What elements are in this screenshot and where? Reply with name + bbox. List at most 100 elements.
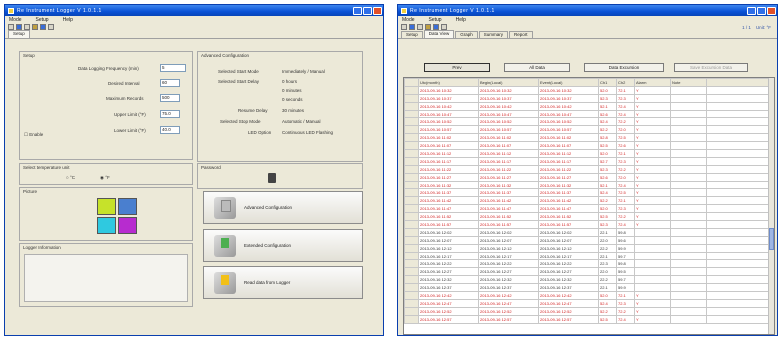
tab-setup[interactable]: Setup: [8, 30, 30, 38]
table-row[interactable]: 2013-09-16 11:42 2013-09-16 11:42 2013-09-…: [404, 196, 774, 206]
col-header-utc[interactable]: Utc(month): [418, 78, 479, 87]
table-row[interactable]: 2013-09-16 10:37 2013-09-16 10:37 2013-09-…: [404, 93, 774, 103]
table-cell-note: [670, 275, 707, 285]
menu-bar: Mode Setup Help: [398, 16, 777, 23]
tab-report[interactable]: Report: [508, 31, 533, 38]
table-row[interactable]: 2013-09-16 12:22 2013-09-16 12:22 2013-09-…: [404, 259, 774, 269]
advanced-config-button[interactable]: Advanced Configuration: [203, 191, 363, 224]
read-data-button[interactable]: Read data from Logger: [203, 266, 363, 299]
table-row[interactable]: 2013-09-16 11:12 2013-09-16 11:12 2013-09-…: [404, 149, 774, 158]
table-row[interactable]: 2013-09-16 12:42 2013-09-16 12:42 2013-09-…: [404, 291, 774, 300]
table-row[interactable]: 2013-09-16 12:07 2013-09-16 12:07 2013-09-…: [404, 235, 774, 245]
col-header-index[interactable]: [404, 78, 419, 87]
save-excursion-button[interactable]: Save Excursion Data: [674, 63, 748, 72]
minimize-button[interactable]: [747, 6, 756, 15]
tab-data-view[interactable]: Data View: [423, 30, 455, 38]
connect-icon[interactable]: [32, 24, 38, 30]
table-row[interactable]: 2013-09-16 10:47 2013-09-16 10:47 2013-09-…: [404, 109, 774, 119]
table-cell-c1: 52.2: [598, 196, 617, 206]
table-row[interactable]: 2013-09-16 11:27 2013-09-16 11:27 2013-09-…: [404, 172, 774, 182]
table-row[interactable]: 2013-09-16 12:27 2013-09-16 12:27 2013-09-…: [404, 267, 774, 277]
table-row[interactable]: 2013-09-16 12:47 2013-09-16 12:47 2013-09-…: [404, 298, 774, 308]
col-header-alarm[interactable]: Alarm: [634, 78, 671, 87]
tab-summary[interactable]: Summary: [478, 31, 508, 38]
scrollbar-thumb[interactable]: [769, 228, 774, 250]
table-row[interactable]: 2013-09-16 12:12 2013-09-16 12:12 2013-09-…: [404, 243, 774, 253]
table-row[interactable]: 2013-09-16 10:57 2013-09-16 10:57 2013-09-…: [404, 125, 774, 135]
table-row[interactable]: 2013-09-16 11:22 2013-09-16 11:22 2013-09-…: [404, 164, 774, 174]
col-header-ch2[interactable]: Ch2: [616, 78, 635, 87]
table-row[interactable]: 2013-09-16 11:07 2013-09-16 11:07 2013-09-…: [404, 141, 774, 151]
menu-help[interactable]: Help: [63, 17, 73, 23]
table-row[interactable]: 2013-09-16 11:32 2013-09-16 11:32 2013-09-…: [404, 180, 774, 190]
menu-bar: Mode Setup Help: [5, 16, 383, 23]
prev-button[interactable]: Prev: [424, 63, 490, 72]
col-header-ch1[interactable]: Ch1: [598, 78, 617, 87]
vertical-scrollbar[interactable]: [768, 78, 774, 334]
table-cell-utc: 2013-09-16 11:32: [418, 180, 479, 190]
table-row[interactable]: 2013-09-16 10:32 2013-09-16 10:32 2013-09-…: [404, 85, 774, 95]
fahrenheit-radio[interactable]: ◉ °F: [100, 175, 110, 181]
menu-mode[interactable]: Mode: [9, 17, 22, 23]
table-row[interactable]: 2013-09-16 11:17 2013-09-16 11:17 2013-09-…: [404, 156, 774, 166]
maximize-button[interactable]: [363, 6, 372, 15]
upper-limit-field[interactable]: 75.0: [160, 110, 180, 118]
close-button[interactable]: [767, 6, 776, 15]
tab-bar: Setup: [5, 30, 383, 39]
col-header-begin[interactable]: Begin(Local): [478, 78, 539, 87]
table-cell-utc: 2013-09-16 11:57: [418, 220, 479, 229]
menu-mode[interactable]: Mode: [402, 17, 415, 23]
data-excursion-button[interactable]: Data Excursion: [584, 63, 664, 72]
table-row[interactable]: 2013-09-16 12:37 2013-09-16 12:37 2013-09-…: [404, 283, 774, 293]
col-header-note[interactable]: Note: [670, 78, 707, 87]
tab-bar: Setup Data View Graph Summary Report: [398, 30, 777, 39]
table-cell-utc: 2013-09-16 11:22: [418, 164, 479, 174]
menu-setup[interactable]: Setup: [36, 17, 49, 23]
table-cell-utc: 2013-09-16 11:07: [418, 141, 479, 151]
maximum-records-field[interactable]: 500: [160, 94, 180, 102]
menu-setup[interactable]: Setup: [429, 17, 442, 23]
table-cell-begin: 2013-09-16 12:02: [478, 227, 539, 237]
tab-setup[interactable]: Setup: [401, 31, 423, 38]
logging-frequency-spinner[interactable]: 5: [160, 64, 186, 72]
table-row[interactable]: 2013-09-16 12:02 2013-09-16 12:02 2013-09-…: [404, 227, 774, 237]
table-row[interactable]: 2013-09-16 10:42 2013-09-16 10:42 2013-09-…: [404, 101, 774, 111]
celsius-radio[interactable]: ○ °C: [66, 175, 75, 180]
table-row[interactable]: 2013-09-16 11:47 2013-09-16 11:47 2013-09-…: [404, 204, 774, 214]
maximize-button[interactable]: [757, 6, 766, 15]
print-icon[interactable]: [417, 24, 423, 30]
table-cell-filler: [706, 133, 774, 143]
table-row[interactable]: 2013-09-16 11:37 2013-09-16 11:37 2013-09-…: [404, 188, 774, 198]
table-row[interactable]: 2013-09-16 12:57 2013-09-16 12:57 2013-09-…: [404, 314, 774, 324]
extended-config-button[interactable]: Extended Configuration: [203, 229, 363, 262]
tab-graph[interactable]: Graph: [455, 31, 478, 38]
table-row[interactable]: 2013-09-16 12:32 2013-09-16 12:32 2013-09-…: [404, 275, 774, 285]
desired-interval-field[interactable]: 60: [160, 79, 180, 87]
table-row[interactable]: 2013-09-16 11:57 2013-09-16 11:57 2013-09-…: [404, 220, 774, 229]
table-cell-begin: 2013-09-16 12:57: [478, 314, 539, 324]
table-row[interactable]: 2013-09-16 10:52 2013-09-16 10:52 2013-09-…: [404, 117, 774, 127]
table-cell-begin: 2013-09-16 12:27: [478, 267, 539, 277]
download-icon[interactable]: [40, 24, 46, 30]
all-data-button[interactable]: All Data: [504, 63, 570, 72]
table-row[interactable]: 2013-09-16 11:02 2013-09-16 11:02 2013-09-…: [404, 133, 774, 143]
table-cell-note: [670, 306, 707, 316]
enable-checkbox[interactable]: ☐ Enable: [24, 132, 43, 138]
lock-icon[interactable]: [268, 173, 276, 183]
col-header-event[interactable]: Event(Local): [538, 78, 599, 87]
settings-icon[interactable]: [48, 24, 54, 30]
minimize-button[interactable]: [353, 6, 362, 15]
table-cell-note: [670, 298, 707, 308]
save-icon[interactable]: [409, 24, 415, 30]
picture-tile-cyan: [97, 217, 116, 234]
table-cell-idx: [404, 149, 419, 158]
table-row[interactable]: 2013-09-16 12:52 2013-09-16 12:52 2013-09-…: [404, 306, 774, 316]
table-row[interactable]: 2013-09-16 12:17 2013-09-16 12:17 2013-09-…: [404, 251, 774, 261]
menu-help[interactable]: Help: [456, 17, 466, 23]
table-cell-begin: 2013-09-16 10:32: [478, 85, 539, 95]
new-icon[interactable]: [401, 24, 407, 30]
table-cell-event: 2013-09-16 12:57: [538, 314, 599, 324]
table-row[interactable]: 2013-09-16 11:52 2013-09-16 11:52 2013-09-…: [404, 212, 774, 222]
close-button[interactable]: [373, 6, 382, 15]
lower-limit-field[interactable]: 40.0: [160, 126, 180, 134]
